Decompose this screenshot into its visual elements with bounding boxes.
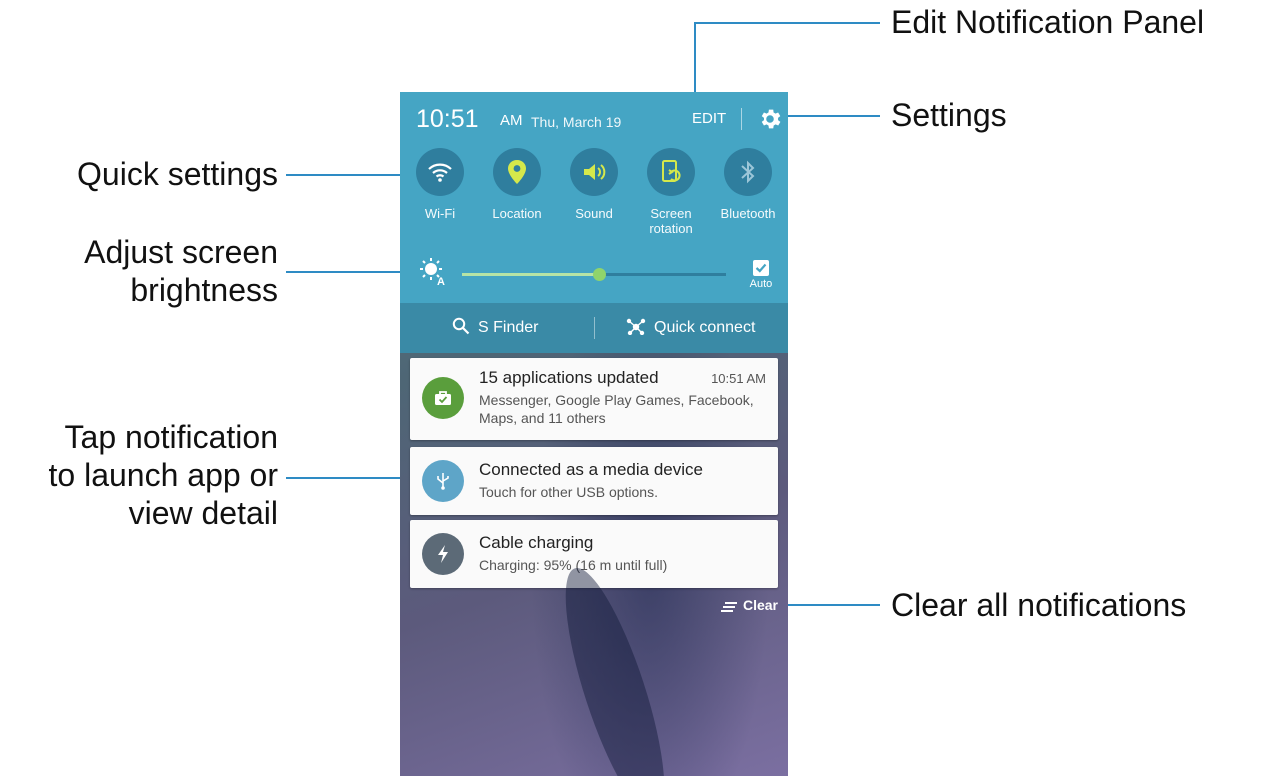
brightness-auto-checkbox[interactable]: Auto — [746, 260, 776, 290]
svg-text:A: A — [437, 276, 445, 286]
quick-setting-circle — [647, 148, 695, 196]
brightness-slider[interactable] — [462, 268, 726, 281]
quick-setting-label-line: Screen — [650, 206, 692, 221]
callout-text-line: to launch app or — [48, 457, 279, 493]
quick-connect-button[interactable]: Quick connect — [626, 317, 755, 339]
clock: 10:51 — [416, 105, 479, 133]
usb-icon — [437, 473, 449, 490]
notification-body: Touch for other USB options. — [479, 484, 658, 500]
notification-title: Cable charging — [479, 533, 594, 552]
quick-setting-circle — [570, 148, 618, 196]
quick-setting-bluetooth[interactable]: Bluetooth — [713, 148, 783, 221]
notification-icon — [422, 533, 464, 575]
notification-icon — [422, 460, 464, 502]
notification-body: Charging: 95% (16 m until full) — [479, 557, 668, 573]
edit-button[interactable]: EDIT — [692, 107, 726, 131]
quick-setting-location[interactable]: Location — [482, 148, 552, 221]
notification-icon — [422, 377, 464, 419]
phone-screen: 10:51 AM Thu, March 19 EDIT Wi-Fi Locati… — [400, 92, 788, 776]
notification-title: 15 applications updated — [479, 368, 659, 387]
quick-setting-circle — [416, 148, 464, 196]
quick-connect-label: Quick connect — [654, 319, 756, 336]
clock-ampm: AM — [500, 112, 523, 129]
speaker-icon — [584, 164, 606, 180]
notification-card[interactable]: 15 applications updated 10:51 AM Messeng… — [410, 358, 778, 440]
callout-quick-settings: Quick settings — [77, 156, 278, 192]
callout-adjust-brightness: Adjust screen brightness — [0, 233, 278, 309]
check-icon — [755, 263, 767, 273]
quick-setting-circle — [724, 148, 772, 196]
quick-setting-label-line: rotation — [649, 221, 693, 236]
screen-rotation-icon — [662, 160, 681, 182]
quick-setting-screen-rotation[interactable]: Screen rotation — [636, 148, 706, 236]
brightness-slider-thumb[interactable] — [593, 268, 607, 281]
quick-setting-label: Location — [492, 206, 542, 221]
status-bar: 10:51 AM Thu, March 19 EDIT — [416, 102, 781, 138]
leader-line — [694, 22, 880, 24]
notification-body: Messenger, Google Play Games, Facebook, … — [479, 391, 769, 427]
callout-text-line: view detail — [128, 495, 278, 531]
notification-panel: 10:51 AM Thu, March 19 EDIT Wi-Fi Locati… — [400, 92, 788, 303]
checkbox — [753, 260, 769, 276]
leader-line — [694, 22, 696, 94]
quick-setting-circle — [493, 148, 541, 196]
s-finder-label: S Finder — [478, 319, 539, 336]
callout-tap-notification: Tap notification to launch app or view d… — [0, 418, 279, 532]
auto-label: Auto — [749, 278, 773, 290]
notification-body-line: Maps, and 11 others — [479, 410, 606, 426]
quick-setting-label: Bluetooth — [720, 206, 776, 221]
date: Thu, March 19 — [531, 114, 622, 130]
quick-connect-icon — [626, 318, 646, 335]
search-icon — [452, 317, 470, 335]
callout-text-line: brightness — [130, 272, 278, 308]
brightness-auto-icon: A — [420, 258, 445, 286]
clear-label: Clear — [742, 597, 778, 613]
gear-icon[interactable] — [757, 106, 783, 132]
callout-settings: Settings — [891, 97, 1007, 133]
notification-card[interactable]: Cable charging Charging: 95% (16 m until… — [410, 520, 778, 588]
quick-setting-sound[interactable]: Sound — [559, 148, 629, 221]
notification-card[interactable]: Connected as a media device Touch for ot… — [410, 447, 778, 515]
wifi-icon — [428, 163, 452, 182]
divider — [594, 317, 595, 339]
notification-time: 10:51 AM — [711, 371, 766, 386]
quick-setting-label: Screen rotation — [636, 206, 706, 236]
callout-clear-all: Clear all notifications — [891, 587, 1187, 623]
notification-body-line: Messenger, Google Play Games, Facebook, — [479, 392, 754, 408]
callout-text-line: Tap notification — [64, 419, 278, 455]
clear-all-icon — [720, 602, 737, 612]
lightning-icon — [438, 545, 448, 563]
quick-setting-label: Wi-Fi — [424, 206, 456, 221]
callout-text-line: Adjust screen — [84, 234, 278, 270]
finder-bar: S Finder Quick connect — [400, 303, 788, 353]
callout-edit-notification-panel: Edit Notification Panel — [891, 4, 1205, 40]
leader-line — [286, 477, 402, 479]
divider — [741, 108, 742, 130]
leader-line — [286, 271, 402, 273]
notification-title: Connected as a media device — [479, 460, 703, 479]
bluetooth-icon — [741, 160, 755, 184]
leader-line — [781, 604, 880, 606]
leader-line — [286, 174, 402, 176]
s-finder-button[interactable]: S Finder — [452, 317, 538, 339]
briefcase-check-icon — [435, 391, 451, 405]
quick-setting-label: Sound — [575, 206, 613, 221]
brightness-slider-fill — [462, 273, 600, 276]
quick-setting-wifi[interactable]: Wi-Fi — [405, 148, 475, 221]
clear-all-button[interactable]: Clear — [720, 595, 778, 615]
location-pin-icon — [508, 160, 526, 184]
brightness-control: A Auto — [416, 256, 776, 292]
